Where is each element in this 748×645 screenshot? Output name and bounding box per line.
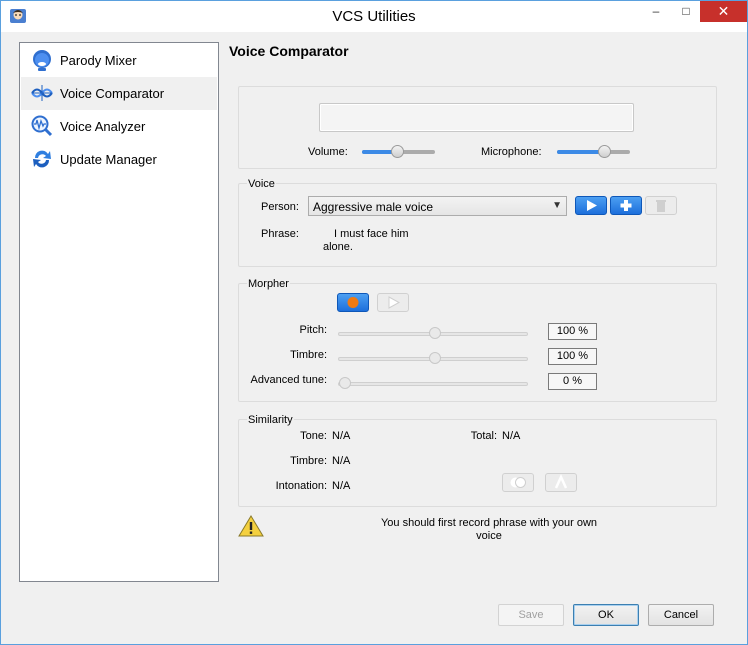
volume-slider-thumb[interactable] [391,145,405,158]
record-icon [347,297,359,308]
intonation-graph-button[interactable] [545,473,577,492]
warning-icon [238,515,264,537]
sidebar-item-voice-analyzer[interactable]: Voice Analyzer [21,110,217,143]
pitch-value: 100 % [548,323,597,340]
chart-icon [554,473,568,489]
maximize-button[interactable]: □ [672,1,700,22]
phrase-label: Phrase: [261,228,299,240]
pitch-label: Pitch: [299,324,327,336]
microphone-slider-thumb[interactable] [598,145,612,158]
volume-slider[interactable] [362,145,435,158]
microphone-slider-fill [557,150,605,154]
add-voice-button[interactable] [610,196,642,215]
play-icon [587,200,597,211]
voice-panel: Voice Person: Aggressive male voice ▼ Ph… [238,178,717,267]
save-button[interactable]: Save [498,604,564,626]
morpher-panel: Morpher Pitch: 100 % Timbre: 100 % Advan… [238,278,717,402]
total-value: N/A [502,430,521,442]
warning-message: You should first record phrase with your… [361,517,617,543]
advanced-tune-label: Advanced tune: [250,374,327,386]
page-title: Voice Comparator [229,43,349,59]
total-label: Total: [470,430,497,442]
trash-icon [656,200,666,212]
sidebar-item-label: Update Manager [60,152,157,167]
minimize-button[interactable]: – [642,1,670,22]
levels-panel: Volume: Microphone: [238,86,717,169]
tone-value: N/A [332,430,351,442]
person-select-value: Aggressive male voice [313,200,434,214]
play-morphed-button[interactable] [377,293,409,312]
pitch-slider[interactable] [338,327,528,339]
voice-analyzer-icon [31,115,53,137]
timbre-slider[interactable] [338,352,528,364]
timbre-label: Timbre: [290,349,327,361]
voice-panel-title: Voice [247,178,276,190]
timbre-value: 100 % [548,348,597,365]
sidebar-item-parody-mixer[interactable]: Parody Mixer [21,44,217,77]
person-select[interactable]: Aggressive male voice ▼ [308,196,567,216]
compare-button[interactable] [502,473,534,492]
play-icon [388,296,401,309]
ok-button[interactable]: OK [573,604,639,626]
voice-comparator-icon [31,85,53,101]
advanced-tune-slider-thumb[interactable] [339,377,351,389]
intonation-label: Intonation: [275,480,327,492]
window-title: VCS Utilities [332,8,416,25]
pitch-slider-thumb[interactable] [429,327,441,339]
tone-label: Tone: [300,430,327,442]
similarity-timbre-label: Timbre: [290,455,327,467]
similarity-timbre-value: N/A [332,455,351,467]
title-bar: VCS Utilities – □ ✕ [1,1,747,32]
plus-icon [620,200,632,211]
play-voice-button[interactable] [575,196,607,215]
update-manager-icon [33,150,51,168]
phrase-text-line1: I must face him [334,228,409,240]
chevron-down-icon: ▼ [552,200,562,211]
app-window: VCS Utilities – □ ✕ Parody Mixer Voice C… [0,0,748,645]
microphone-label: Microphone: [481,146,542,158]
record-button[interactable] [337,293,369,312]
sidebar-item-update-manager[interactable]: Update Manager [21,143,217,176]
microphone-slider[interactable] [557,145,630,158]
warning-message-line1: You should first record phrase with your… [380,517,598,529]
morpher-panel-title: Morpher [247,278,290,290]
sidebar-item-label: Voice Analyzer [60,119,146,134]
sidebar-item-voice-comparator[interactable]: Voice Comparator [21,77,217,110]
close-button[interactable]: ✕ [700,1,747,22]
parody-mixer-icon [33,50,51,71]
cancel-button[interactable]: Cancel [648,604,714,626]
phrase-text-line2: alone. [323,241,353,253]
delete-voice-button[interactable] [645,196,677,215]
intonation-value: N/A [332,480,351,492]
timbre-slider-thumb[interactable] [429,352,441,364]
compare-icon [510,477,526,488]
sidebar: Parody Mixer Voice Comparator Voice Anal… [19,42,219,582]
warning-message-line2: voice [476,530,502,542]
waveform-display [319,103,634,132]
volume-label: Volume: [308,146,348,158]
sidebar-item-label: Parody Mixer [60,53,137,68]
similarity-panel-title: Similarity [247,414,294,426]
advanced-tune-slider[interactable] [338,377,528,389]
similarity-panel: Similarity Tone: N/A Total: N/A Timbre: … [238,414,717,507]
person-label: Person: [261,201,299,213]
sidebar-item-label: Voice Comparator [60,86,165,101]
advanced-tune-value: 0 % [548,373,597,390]
